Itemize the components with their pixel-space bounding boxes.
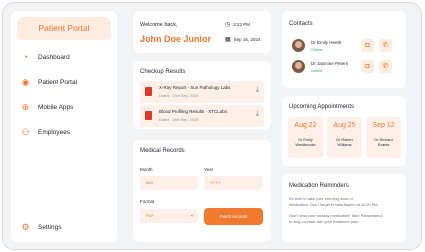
appointments-card: Upcoming Appointments Aug 22 Dr Emily We… [282,96,406,166]
sidebar: Patient Portal ◔ Dashboard ◉ Patient Por… [11,11,117,242]
medication-reminders-card: Medication Reminders It's time to take y… [282,174,406,242]
year-input[interactable]: YYYY [204,176,263,190]
checkup-title: Checkup Results [140,69,186,75]
date-value: Sep 16, 2024 [233,37,261,42]
reminders-title: Medication Reminders [289,183,349,189]
date-display: ▦ Sep 16, 2024 [225,36,260,43]
gear-icon: ⚙ [21,222,30,232]
download-icon[interactable]: ⤓ [256,110,259,118]
avatar [292,60,305,73]
month-input[interactable]: MM [140,176,198,190]
contact-item[interactable]: Dr Jasmine Peters Online [292,60,348,73]
dashboard-icon: ◔ [22,52,29,62]
appointment-doctor-line2: Williams [337,143,352,147]
reminder-text: medication. Don't forget to take Aspirin… [289,202,379,207]
appointments-title: Upcoming Appointments [289,104,355,110]
report-item[interactable]: X-Ray Report - Sun Pathology Labs Dated … [140,81,264,103]
sidebar-item-mobile-apps[interactable]: ⊕ Mobile Apps [21,102,74,112]
download-icon[interactable]: ⤓ [256,86,259,94]
sidebar-item-dashboard[interactable]: ◔ Dashboard [21,53,70,62]
appointment-item[interactable]: Aug 25 Dr Robert Williams [327,117,362,158]
contact-item[interactable]: Dr Emily Heeth Online [292,39,341,52]
contact-name: Dr Emily Heeth [311,39,342,45]
year-label: Year [204,167,214,172]
contacts-card: Contacts Dr Emily Heeth Online ◘ ✆ Dr Ja… [282,11,406,88]
sidebar-item-patient-portal[interactable]: ◉ Patient Portal [21,78,77,87]
appointment-item[interactable]: Aug 22 Dr Emily Westbrooke [288,117,323,158]
time-display: ◷ 2:22 PM [225,21,250,28]
fetch-records-button[interactable]: Fetch records [204,208,263,225]
report-name: Blood Profiling Results - XTCLabs [159,109,228,114]
appointment-date: Aug 25 [333,122,356,129]
medical-records-card: Medical Records Month MM Year YYYY Forma… [133,140,271,242]
reminder-text: to stay on track with your treatment pla… [289,219,360,224]
format-select[interactable]: PDF ▾ [140,209,198,223]
users-icon: ⚇ [21,127,30,137]
sidebar-item-label: Employees [38,129,71,136]
format-value: PDF [146,213,154,218]
appointment-date: Aug 22 [294,122,317,129]
contacts-title: Contacts [289,21,313,27]
appointment-doctor-line2: Westbrooke [295,143,316,147]
report-item[interactable]: Blood Profiling Results - XTCLabs Dated … [140,105,264,127]
chevron-down-icon: ▾ [190,213,193,218]
checkup-results-card: Checkup Results X-Ray Report - Sun Patho… [133,61,271,129]
user-name: John Doe Junior [140,34,212,44]
appointment-date: Sep 12 [372,122,395,129]
contact-status: Online [311,67,323,73]
contact-status: Online [311,46,323,52]
report-name: X-Ray Report - Sun Pathology Labs [159,85,231,90]
report-date: Dated : 23rd Sep, 2024 [159,94,199,98]
phone-icon[interactable]: ✆ [379,39,392,52]
report-date: Dated : 26th Sep, 2024 [159,118,199,122]
sidebar-item-settings[interactable]: ⚙ Settings [21,222,62,232]
sidebar-item-label: Settings [38,224,62,231]
contact-name: Dr Jasmine Peters [311,60,349,66]
pdf-icon [145,87,152,96]
records-title: Medical Records [140,148,185,154]
clock-icon: ◷ [225,22,231,28]
welcome-card: Welcome back, John Doe Junior ◷ 2:22 PM … [133,11,271,53]
reminder-text: It's time to take your morning dose of [289,196,353,201]
phone-icon[interactable]: ✆ [379,60,392,73]
pdf-icon [145,111,152,120]
user-icon: ◉ [21,77,30,87]
sidebar-item-label: Dashboard [38,54,70,61]
calendar-icon: ▦ [225,37,231,43]
appointment-item[interactable]: Sep 12 Dr Richard Evants [366,117,401,158]
sidebar-item-employees[interactable]: ⚇ Employees [21,128,70,137]
format-label: Format [140,199,155,204]
globe-icon: ⊕ [21,102,30,112]
avatar [292,39,305,52]
reminder-text: Don't miss your midday medication! Take … [289,213,383,218]
month-label: Month [140,167,153,172]
message-icon[interactable]: ◘ [361,60,374,73]
welcome-greeting: Welcome back, [140,22,178,28]
sidebar-item-label: Patient Portal [38,79,78,86]
time-value: 2:22 PM [233,22,251,27]
appointment-doctor-line2: Evants [377,143,390,147]
sidebar-item-label: Mobile Apps [38,104,74,111]
brand-title: Patient Portal [17,17,111,40]
message-icon[interactable]: ◘ [361,39,374,52]
